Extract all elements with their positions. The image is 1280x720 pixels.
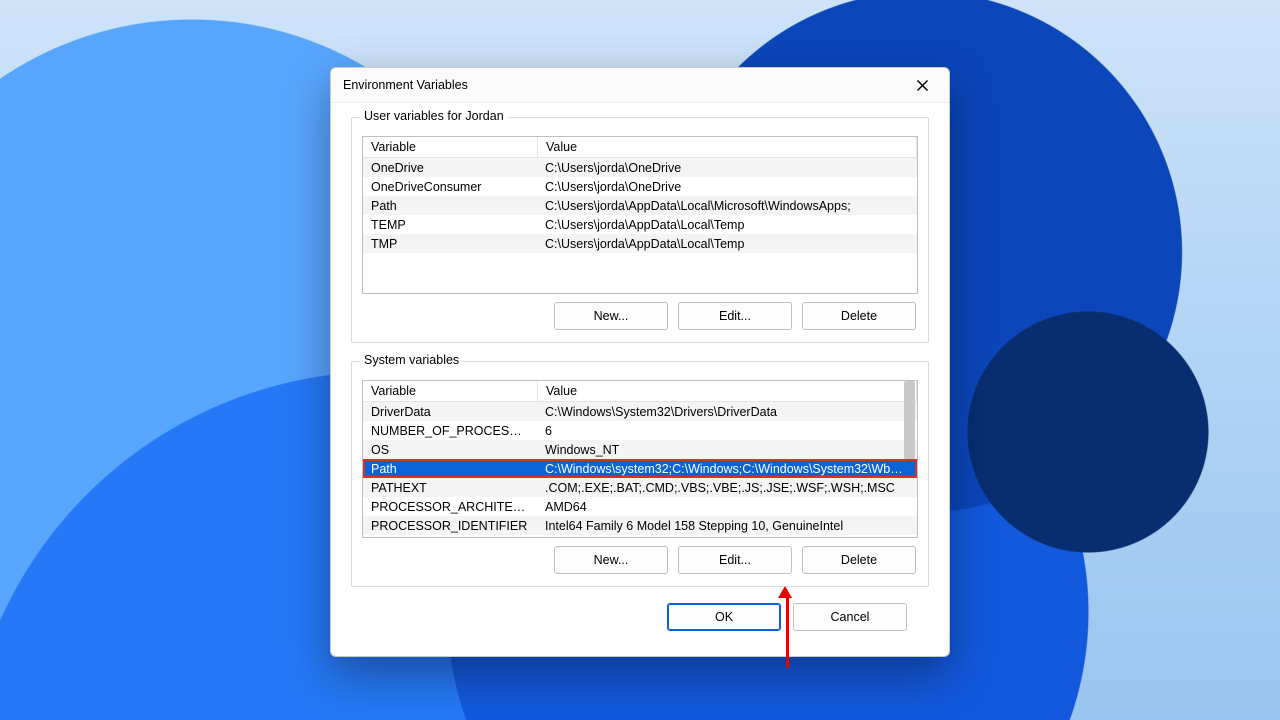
system-col-variable[interactable]: Variable — [363, 381, 538, 401]
system-edit-button[interactable]: Edit... — [678, 546, 792, 574]
system-list-row[interactable]: OSWindows_NT — [363, 440, 917, 459]
ok-button[interactable]: OK — [667, 603, 781, 631]
user-variables-list[interactable]: Variable Value OneDriveC:\Users\jorda\On… — [362, 136, 918, 294]
system-variables-legend: System variables — [360, 353, 463, 367]
user-col-value[interactable]: Value — [538, 137, 917, 157]
user-variables-group: User variables for Jordan Variable Value… — [351, 117, 929, 343]
system-list-cell-value: C:\Windows\system32;C:\Windows;C:\Window… — [537, 462, 917, 476]
system-list-cell-value: .COM;.EXE;.BAT;.CMD;.VBS;.VBE;.JS;.JSE;.… — [537, 481, 917, 495]
titlebar: Environment Variables — [331, 68, 949, 103]
dialog-title: Environment Variables — [343, 78, 903, 92]
system-list-cell-value: C:\Windows\System32\Drivers\DriverData — [537, 405, 917, 419]
user-list-cell-value: C:\Users\jorda\AppData\Local\Temp — [537, 218, 917, 232]
system-list-row[interactable]: PATHEXT.COM;.EXE;.BAT;.CMD;.VBS;.VBE;.JS… — [363, 478, 917, 497]
system-list-cell-variable: PATHEXT — [363, 481, 537, 495]
system-list-cell-variable: OS — [363, 443, 537, 457]
user-variables-legend: User variables for Jordan — [360, 109, 508, 123]
user-list-header: Variable Value — [363, 137, 917, 158]
cancel-button[interactable]: Cancel — [793, 603, 907, 631]
user-buttons-row: New... Edit... Delete — [362, 294, 918, 332]
user-list-cell-value: C:\Users\jorda\OneDrive — [537, 180, 917, 194]
user-col-variable[interactable]: Variable — [363, 137, 538, 157]
dialog-footer: OK Cancel — [351, 593, 929, 631]
system-list-scrollbar[interactable] — [902, 381, 917, 537]
system-list-row[interactable]: DriverDataC:\Windows\System32\Drivers\Dr… — [363, 402, 917, 421]
close-button[interactable] — [903, 72, 941, 98]
system-list-header: Variable Value — [363, 381, 917, 402]
user-edit-button[interactable]: Edit... — [678, 302, 792, 330]
system-list-row[interactable]: NUMBER_OF_PROCESSORS6 — [363, 421, 917, 440]
user-list-cell-variable: Path — [363, 199, 537, 213]
user-list-cell-value: C:\Users\jorda\AppData\Local\Temp — [537, 237, 917, 251]
user-new-button[interactable]: New... — [554, 302, 668, 330]
user-delete-button[interactable]: Delete — [802, 302, 916, 330]
system-list-cell-value: Intel64 Family 6 Model 158 Stepping 10, … — [537, 519, 917, 533]
user-list-row[interactable]: PathC:\Users\jorda\AppData\Local\Microso… — [363, 196, 917, 215]
system-list-cell-variable: DriverData — [363, 405, 537, 419]
system-list-wrap: Variable Value DriverDataC:\Windows\Syst… — [362, 380, 918, 538]
user-list-cell-value: C:\Users\jorda\AppData\Local\Microsoft\W… — [537, 199, 917, 213]
system-list-row[interactable]: PROCESSOR_ARCHITECTUREAMD64 — [363, 497, 917, 516]
user-list-row[interactable]: OneDriveC:\Users\jorda\OneDrive — [363, 158, 917, 177]
environment-variables-dialog: Environment Variables User variables for… — [330, 67, 950, 657]
system-list-cell-value: 6 — [537, 424, 917, 438]
system-list-cell-variable: NUMBER_OF_PROCESSORS — [363, 424, 537, 438]
system-list-cell-value: Windows_NT — [537, 443, 917, 457]
user-list-cell-variable: TEMP — [363, 218, 537, 232]
user-list-row[interactable]: TEMPC:\Users\jorda\AppData\Local\Temp — [363, 215, 917, 234]
system-list-cell-variable: PROCESSOR_IDENTIFIER — [363, 519, 537, 533]
system-new-button[interactable]: New... — [554, 546, 668, 574]
system-list-cell-variable: PROCESSOR_ARCHITECTURE — [363, 500, 537, 514]
system-list-cell-value: AMD64 — [537, 500, 917, 514]
user-list-cell-variable: OneDrive — [363, 161, 537, 175]
system-variables-list[interactable]: Variable Value DriverDataC:\Windows\Syst… — [362, 380, 918, 538]
close-icon — [917, 80, 928, 91]
system-list-row[interactable]: PROCESSOR_IDENTIFIERIntel64 Family 6 Mod… — [363, 516, 917, 535]
system-variables-group: System variables Variable Value DriverDa… — [351, 361, 929, 587]
system-list-cell-variable: Path — [363, 462, 537, 476]
user-list-row[interactable]: TMPC:\Users\jorda\AppData\Local\Temp — [363, 234, 917, 253]
system-buttons-row: New... Edit... Delete — [362, 538, 918, 576]
system-list-row[interactable]: PathC:\Windows\system32;C:\Windows;C:\Wi… — [363, 459, 917, 478]
user-list-cell-variable: TMP — [363, 237, 537, 251]
scrollbar-thumb[interactable] — [904, 381, 915, 459]
user-list-cell-variable: OneDriveConsumer — [363, 180, 537, 194]
system-col-value[interactable]: Value — [538, 381, 917, 401]
user-list-cell-value: C:\Users\jorda\OneDrive — [537, 161, 917, 175]
user-list-row[interactable]: OneDriveConsumerC:\Users\jorda\OneDrive — [363, 177, 917, 196]
system-delete-button[interactable]: Delete — [802, 546, 916, 574]
